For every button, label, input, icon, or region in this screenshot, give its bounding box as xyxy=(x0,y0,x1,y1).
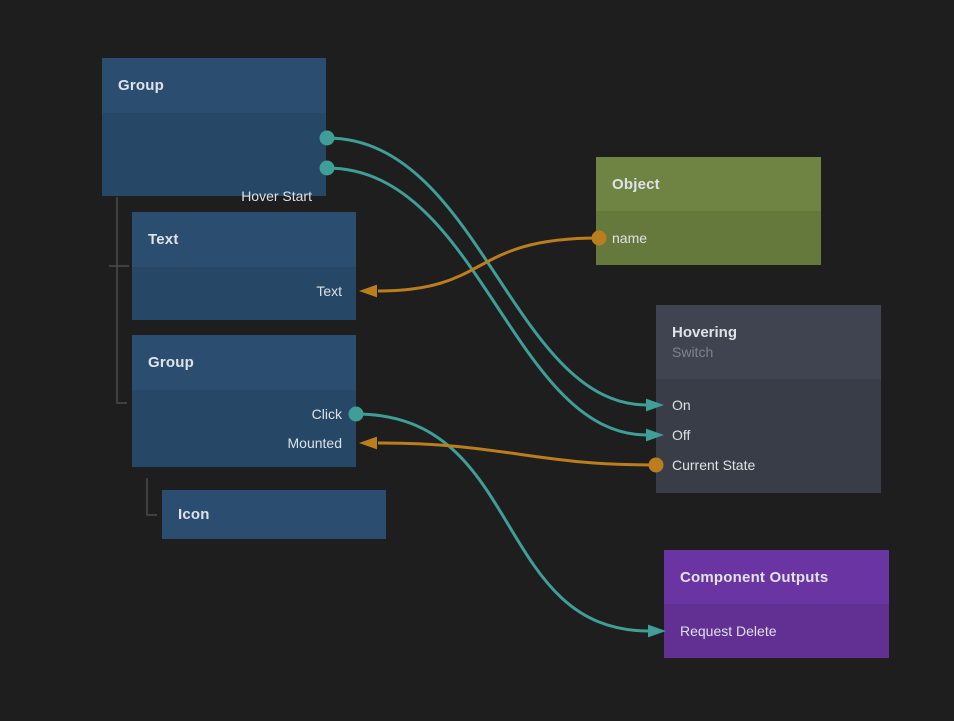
wire-name-to-text[interactable] xyxy=(378,238,599,291)
port-text-input[interactable]: Text xyxy=(132,280,356,302)
node-title: Group xyxy=(132,335,356,390)
node-object[interactable]: Object name xyxy=(596,157,821,265)
node-editor-canvas[interactable]: Group Hover Start Hover End Text Text Gr… xyxy=(0,0,954,721)
tree-line-icon xyxy=(147,478,157,515)
port-request-delete[interactable]: Request Delete xyxy=(664,620,889,642)
port-name[interactable]: name xyxy=(596,227,821,249)
node-icon[interactable]: Icon xyxy=(162,490,386,539)
node-title: Object xyxy=(596,157,821,211)
port-mounted[interactable]: Mounted xyxy=(132,432,356,454)
node-component-outputs[interactable]: Component Outputs Request Delete xyxy=(664,550,889,658)
node-group-inner[interactable]: Group Click Mounted xyxy=(132,335,356,467)
node-subtitle: Switch xyxy=(672,344,865,360)
port-click[interactable]: Click xyxy=(132,403,356,425)
input-arrow-mounted-icon[interactable] xyxy=(359,437,377,450)
node-title: Group xyxy=(102,58,326,113)
node-text[interactable]: Text Text xyxy=(132,212,356,320)
node-title: Icon xyxy=(162,490,386,539)
node-group-top[interactable]: Group Hover Start Hover End xyxy=(102,58,326,196)
wire-click-to-request-delete[interactable] xyxy=(356,414,649,631)
node-title: Text xyxy=(132,212,356,267)
wire-current-state-to-mounted[interactable] xyxy=(378,443,656,465)
node-title: Component Outputs xyxy=(664,550,889,604)
node-header: Hovering Switch xyxy=(656,305,881,379)
node-title: Hovering xyxy=(672,324,865,341)
node-hovering[interactable]: Hovering Switch On Off Current State xyxy=(656,305,881,493)
port-current-state[interactable]: Current State xyxy=(656,454,881,476)
port-hover-start[interactable]: Hover Start xyxy=(102,185,326,207)
port-off[interactable]: Off xyxy=(656,424,881,446)
input-arrow-text-icon[interactable] xyxy=(359,285,377,298)
port-on[interactable]: On xyxy=(656,394,881,416)
